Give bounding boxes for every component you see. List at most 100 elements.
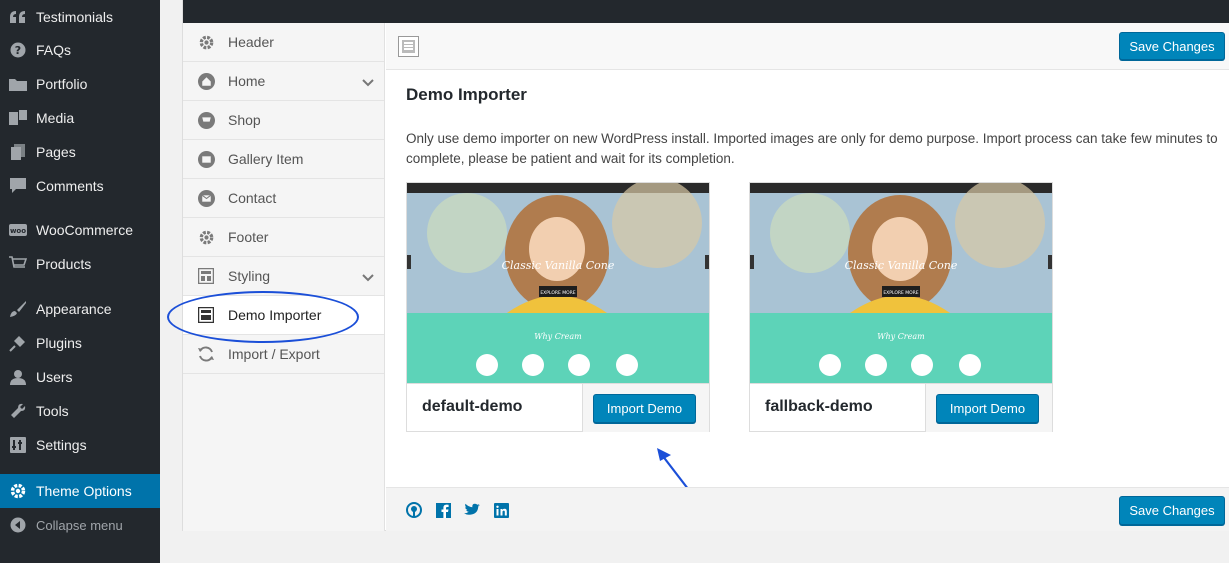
preview-hero-button: EXPLORE MORE [540, 290, 575, 296]
menu-item-label: Tools [36, 403, 69, 419]
options-header-bar: Save Changes [386, 23, 1229, 70]
options-nav-import-export[interactable]: Import / Export [183, 335, 384, 374]
menu-item-products[interactable]: Products [0, 247, 160, 281]
menu-item-faqs[interactable]: ? FAQs [0, 33, 160, 67]
demo-card-footer: fallback-demo Import Demo [750, 383, 1052, 432]
menu-item-label: Products [36, 256, 92, 272]
brush-icon [8, 299, 28, 319]
demo-name: default-demo [422, 398, 523, 415]
import-demo-button[interactable]: Import Demo [936, 394, 1039, 423]
preview-section-title: Why Cream [877, 332, 925, 341]
import-demo-button[interactable]: Import Demo [593, 394, 696, 423]
footer-save-changes-button[interactable]: Save Changes [1119, 496, 1225, 525]
menu-item-label: Media [36, 110, 75, 126]
menu-item-pages[interactable]: Pages [0, 135, 160, 169]
user-icon [8, 367, 28, 387]
gear-icon [8, 481, 28, 501]
demo-actions: Import Demo [582, 384, 709, 432]
demo-preview-image: Classic Vanilla Cone EXPLORE MORE Why Cr… [407, 183, 709, 383]
folder-icon [8, 74, 28, 94]
options-nav-contact[interactable]: Contact [183, 179, 384, 218]
home-icon [197, 72, 215, 90]
admin-menu: Testimonials ? FAQs Portfolio Media Page… [0, 0, 160, 563]
svg-text:woo: woo [10, 227, 26, 235]
options-nav-home[interactable]: Home [183, 62, 384, 101]
demo-card-footer: default-demo Import Demo [407, 383, 709, 432]
panel-top-bar [183, 0, 1229, 23]
facebook-icon[interactable] [435, 502, 451, 518]
options-nav-label: Header [228, 34, 274, 50]
settings-icon [8, 435, 28, 455]
refresh-icon [197, 345, 215, 363]
media-icon [8, 108, 28, 128]
menu-item-comments[interactable]: Comments [0, 169, 160, 203]
menu-item-label: FAQs [36, 42, 72, 58]
demo-actions: Import Demo [925, 384, 1052, 432]
options-nav-gallery-item[interactable]: Gallery Item [183, 140, 384, 179]
menu-item-label: Portfolio [36, 76, 88, 92]
options-nav-footer[interactable]: Footer [183, 218, 384, 257]
options-nav-label: Footer [228, 229, 269, 245]
options-nav-label: Styling [228, 268, 271, 284]
collapse-menu-label: Collapse menu [36, 517, 123, 533]
comment-icon [8, 176, 28, 196]
menu-item-label: Pages [36, 144, 76, 160]
menu-item-label: Testimonials [36, 9, 114, 25]
importer-icon [197, 306, 215, 324]
question-icon: ? [8, 40, 28, 60]
options-sidebar: Header Home Shop Gallery Item Contact Fo… [183, 23, 385, 531]
options-nav-label: Import / Export [228, 346, 320, 362]
demo-card: Classic Vanilla Cone EXPLORE MORE Why Cr… [406, 182, 710, 432]
menu-item-portfolio[interactable]: Portfolio [0, 67, 160, 101]
woo-icon: woo [8, 220, 28, 240]
menu-item-theme-options[interactable]: Theme Options [0, 474, 160, 508]
styling-icon [197, 267, 215, 285]
theme-options-panel: Header Home Shop Gallery Item Contact Fo… [182, 0, 1229, 531]
collapse-icon [8, 515, 28, 535]
menu-item-label: Comments [36, 178, 104, 194]
twitter-icon[interactable] [464, 502, 480, 518]
section-title: Demo Importer [406, 85, 527, 104]
options-content: Save Changes Demo Importer Only use demo… [386, 23, 1229, 531]
demo-preview-image: Classic Vanilla Cone EXPLORE MORE Why Cr… [750, 183, 1052, 383]
preview-hero-title: Classic Vanilla Cone [502, 259, 615, 272]
collapse-menu-button[interactable]: Collapse menu [0, 508, 160, 542]
menu-item-tools[interactable]: Tools [0, 394, 160, 428]
options-nav-shop[interactable]: Shop [183, 101, 384, 140]
save-changes-button[interactable]: Save Changes [1119, 32, 1225, 60]
github-icon[interactable] [406, 502, 422, 518]
options-nav-demo-importer[interactable]: Demo Importer [183, 296, 384, 335]
gear-icon [197, 228, 215, 246]
menu-item-settings[interactable]: Settings [0, 428, 160, 462]
plug-icon [8, 333, 28, 353]
menu-item-testimonials[interactable]: Testimonials [0, 0, 160, 34]
gallery-icon [197, 150, 215, 168]
menu-item-appearance[interactable]: Appearance [0, 292, 160, 326]
menu-item-label: Settings [36, 437, 87, 453]
options-nav-label: Shop [228, 112, 261, 128]
menu-item-plugins[interactable]: Plugins [0, 326, 160, 360]
options-nav-header[interactable]: Header [183, 23, 384, 62]
section-description: Only use demo importer on new WordPress … [406, 131, 1218, 166]
quote-icon [8, 7, 28, 27]
options-nav-styling[interactable]: Styling [183, 257, 384, 296]
svg-text:?: ? [15, 44, 21, 57]
dev-mode-icon[interactable] [398, 36, 419, 57]
menu-item-media[interactable]: Media [0, 101, 160, 135]
menu-item-users[interactable]: Users [0, 360, 160, 394]
demo-name: fallback-demo [765, 398, 873, 415]
options-footer-bar: Save Changes [386, 487, 1229, 531]
menu-item-label: Users [36, 369, 73, 385]
options-nav-label: Home [228, 73, 266, 89]
demo-card: Classic Vanilla Cone EXPLORE MORE Why Cr… [749, 182, 1053, 432]
preview-hero-button: EXPLORE MORE [883, 290, 918, 296]
envelope-icon [197, 189, 215, 207]
cart-icon [197, 111, 215, 129]
cart-icon [8, 254, 28, 274]
menu-item-woocommerce[interactable]: woo WooCommerce [0, 213, 160, 247]
menu-item-label: WooCommerce [36, 222, 133, 238]
linkedin-icon[interactable] [493, 502, 509, 518]
wrench-icon [8, 401, 28, 421]
preview-hero-title: Classic Vanilla Cone [845, 259, 958, 272]
menu-item-label: Theme Options [36, 483, 132, 499]
